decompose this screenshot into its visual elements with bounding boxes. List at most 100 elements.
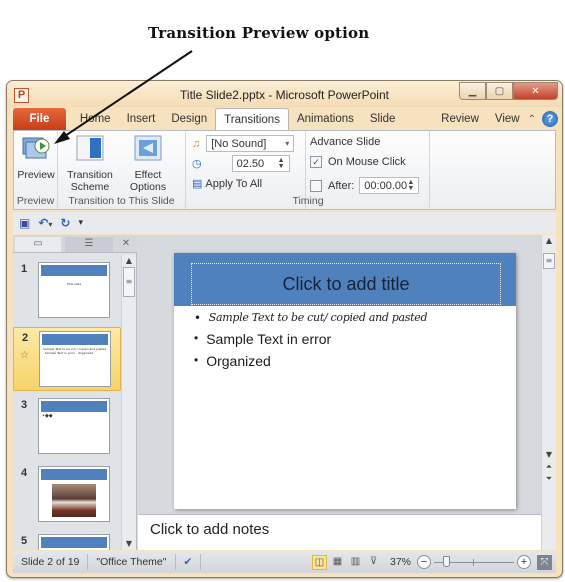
zoom-level[interactable]: 37% (390, 556, 411, 568)
bullet-item: Organized (194, 353, 427, 369)
restore-icon: ▢ (494, 85, 505, 97)
preview-label: Preview (17, 169, 55, 181)
minimize-button[interactable]: ▁ (459, 82, 486, 100)
content-placeholder[interactable]: Sample Text to be cut/ copied and pasted… (194, 311, 427, 375)
slide-number: 3 (21, 399, 28, 411)
workspace: ▭ ☰ ✕ 1 Title slide 2 ☆ Sample Text to b… (13, 235, 556, 550)
normal-view-icon[interactable]: ◫ (311, 554, 327, 570)
tab-file[interactable]: File (13, 108, 66, 130)
tab-review[interactable]: Review (433, 108, 487, 130)
title-placeholder[interactable]: Click to add title (191, 263, 501, 305)
slide-scrollbar[interactable]: ▲ ≡ ▼ ⏶ ⏷ (541, 235, 556, 550)
preview-button[interactable]: Preview (17, 134, 55, 181)
thumbnail-text: Title slide (66, 282, 82, 286)
thumbnail-text: •◆◆ (42, 413, 53, 419)
next-slide-icon[interactable]: ⏷ (542, 473, 556, 485)
redo-icon[interactable]: ↻ (60, 216, 70, 230)
slide-thumbnail-1[interactable]: 1 Title slide (13, 259, 121, 323)
zoom-slider[interactable] (434, 555, 514, 567)
undo-icon[interactable]: ↶▾ (38, 216, 52, 230)
slide-number: 5 (21, 535, 28, 547)
theme-name[interactable]: "Office Theme" (88, 554, 176, 570)
slide-number: 1 (21, 263, 28, 275)
sound-value: [No Sound] (211, 137, 267, 150)
scroll-thumb[interactable]: ≡ (543, 253, 555, 269)
group-preview: Preview Preview (14, 131, 58, 209)
tab-view[interactable]: View (487, 108, 528, 130)
slides-pane: ▭ ☰ ✕ 1 Title slide 2 ☆ Sample Text to b… (13, 235, 137, 550)
slide-number: 4 (21, 467, 28, 479)
transition-scheme-button[interactable]: Transition Scheme (62, 134, 118, 193)
save-icon[interactable]: ▣ (19, 216, 30, 230)
spinner-icon: ▲ ▼ (407, 178, 415, 192)
scroll-up-icon[interactable]: ▲ (542, 235, 556, 247)
transition-star-icon: ☆ (20, 350, 29, 361)
slides-pane-scrollbar[interactable]: ▲ ≡ ▼ (121, 255, 136, 550)
duration-spinner[interactable]: 02.50 ▲ ▼ (231, 155, 290, 172)
status-bar: Slide 2 of 19 "Office Theme" ✔ ◫ ▦ ▥ ⊽ 3… (13, 551, 556, 573)
tab-slides[interactable]: ▭ (15, 237, 61, 252)
advance-slide-label: Advance Slide (310, 136, 381, 148)
after-time-spinner[interactable]: 00:00.00 ▲ ▼ (359, 177, 420, 194)
sound-dropdown[interactable]: [No Sound] ▾ (206, 135, 295, 152)
slide-sorter-view-icon[interactable]: ▦ (330, 555, 345, 570)
powerpoint-window: P Title Slide2.pptx - Microsoft PowerPoi… (6, 80, 563, 578)
tab-animations[interactable]: Animations (289, 108, 362, 130)
minimize-icon: ▁ (468, 85, 477, 97)
sound-icon: ♫ (192, 137, 201, 150)
slides-tab-icon: ▭ (33, 238, 43, 249)
close-button[interactable]: ✕ (513, 82, 558, 100)
scroll-up-icon[interactable]: ▲ (122, 255, 136, 267)
group-transition-to-this-slide: Transition Scheme Effect Options Transit… (58, 131, 186, 209)
notes-pane[interactable]: Click to add notes (138, 514, 541, 550)
slide-thumbnail-3[interactable]: 3 •◆◆ (13, 395, 121, 459)
slide-number: 2 (22, 332, 29, 344)
tab-transitions[interactable]: Transitions (215, 108, 289, 130)
slide-thumbnail-4[interactable]: 4 (13, 463, 121, 527)
help-icon[interactable]: ? (542, 111, 558, 127)
slide-editing-area: Click to add title Sample Text to be cut… (138, 235, 541, 513)
scroll-down-icon[interactable]: ▼ (542, 449, 556, 461)
after-label: After: (328, 179, 355, 192)
customize-icon[interactable]: ▾ (78, 218, 83, 228)
restore-button[interactable]: ▢ (486, 82, 513, 100)
fit-to-window-icon[interactable]: ⤧ (537, 554, 552, 570)
scroll-down-icon[interactable]: ▼ (122, 538, 136, 550)
apply-to-all-icon: ▤ (192, 178, 203, 190)
zoom-slider-thumb[interactable] (442, 555, 450, 567)
tab-outline[interactable]: ☰ (65, 237, 113, 252)
group-label-preview: Preview (16, 195, 55, 207)
zoom-in-button[interactable]: + (517, 555, 531, 569)
checkbox-checked-icon: ✓ (310, 156, 322, 168)
slide-thumbnail-2[interactable]: 2 ☆ Sample Text to be cut / copied and p… (13, 327, 121, 391)
spinner-icon: ▲ ▼ (277, 156, 285, 170)
close-pane-button[interactable]: ✕ (117, 237, 135, 252)
outline-tab-icon: ☰ (84, 238, 94, 249)
on-mouse-click-checkbox[interactable]: ✓ On Mouse Click (310, 156, 406, 168)
reading-view-icon[interactable]: ▥ (348, 555, 363, 570)
slide-show-view-icon[interactable]: ⊽ (366, 555, 381, 570)
tab-insert[interactable]: Insert (119, 108, 164, 130)
title-bar: P Title Slide2.pptx - Microsoft PowerPoi… (7, 81, 562, 107)
tab-home[interactable]: Home (72, 108, 119, 130)
effect-options-button[interactable]: Effect Options (120, 134, 176, 193)
apply-to-all-button[interactable]: ▤ Apply To All (192, 177, 262, 191)
minimize-ribbon-icon[interactable]: ⌃ (528, 114, 536, 125)
close-icon: ✕ (531, 85, 540, 97)
after-checkbox[interactable] (310, 179, 322, 192)
close-icon: ✕ (121, 238, 131, 249)
bullet-item: Sample Text to be cut/ copied and pasted (194, 311, 428, 325)
spell-check-icon[interactable]: ✔ (176, 554, 202, 570)
transition-scheme-label: Transition Scheme (67, 169, 113, 193)
tab-design[interactable]: Design (163, 108, 215, 130)
zoom-out-button[interactable]: − (417, 555, 431, 569)
annotation-caption: Transition Preview option (148, 24, 370, 42)
ribbon-tabs: File Home Insert Design Transitions Anim… (7, 107, 562, 147)
previous-slide-icon[interactable]: ⏶ (542, 461, 556, 473)
slide-thumbnail-5[interactable]: 5 (13, 531, 121, 550)
effect-options-icon (134, 135, 162, 161)
scroll-thumb[interactable]: ≡ (123, 267, 135, 297)
effect-options-label: Effect Options (129, 169, 167, 193)
tab-slide-show[interactable]: Slide Show (362, 108, 433, 147)
slide-counter: Slide 2 of 19 (13, 554, 89, 570)
